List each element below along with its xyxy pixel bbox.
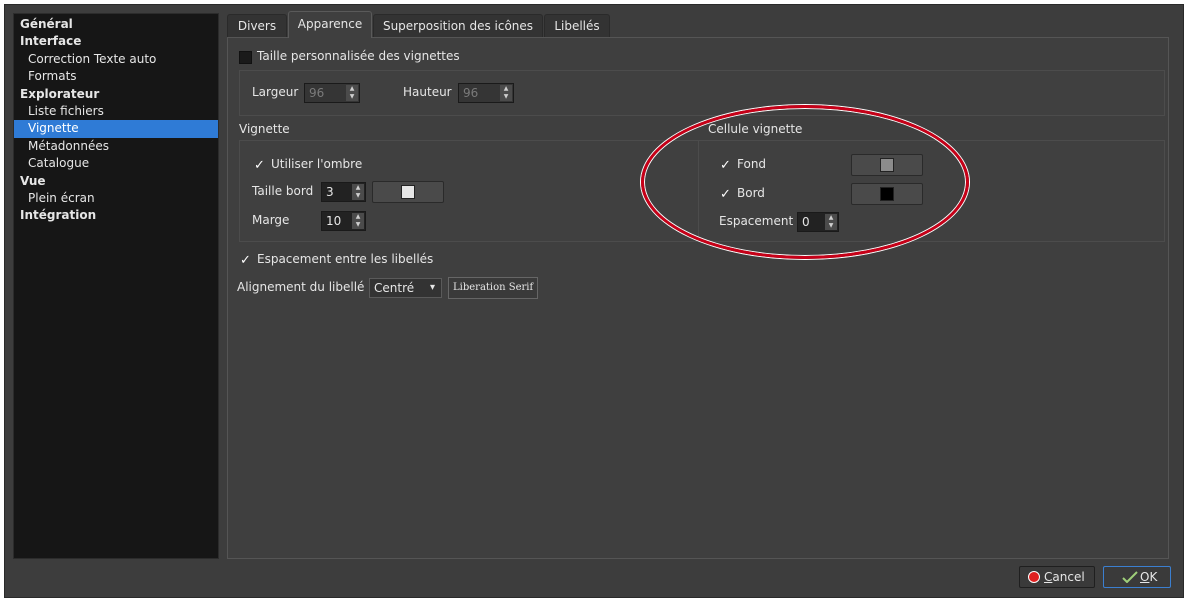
shadow-checkbox[interactable]: ✓ xyxy=(253,159,266,172)
spin-down-icon[interactable]: ▼ xyxy=(356,192,361,199)
preferences-window: Général Interface Correction Texte auto … xyxy=(4,4,1184,598)
sidebar-item-explorer[interactable]: Explorateur xyxy=(14,86,218,103)
sidebar-item-integration[interactable]: Intégration xyxy=(14,207,218,224)
cancel-icon xyxy=(1028,571,1040,583)
margin-value: 10 xyxy=(326,214,342,228)
sidebar-item-interface[interactable]: Interface xyxy=(14,33,218,50)
dropdown-arrow-icon: ▾ xyxy=(429,282,435,293)
sidebar-item-catalog[interactable]: Catalogue xyxy=(14,155,218,172)
ok-label: OK xyxy=(1140,570,1158,584)
width-spinbox[interactable]: 96 ▲ ▼ xyxy=(304,83,360,103)
check-icon: ✓ xyxy=(254,158,265,173)
margin-label: Marge xyxy=(252,213,290,227)
spin-up-icon[interactable]: ▲ xyxy=(350,85,355,92)
sidebar-item-file-list[interactable]: Liste fichiers xyxy=(14,103,218,120)
highlight-ellipse xyxy=(641,105,969,259)
border-color-button[interactable] xyxy=(372,181,444,203)
tab-labels[interactable]: Libellés xyxy=(544,14,610,38)
cancel-label: Cancel xyxy=(1044,570,1085,584)
sidebar-item-general[interactable]: Général xyxy=(14,16,218,33)
vignette-group: ✓ Utiliser l'ombre Taille bord 3 ▲ ▼ Marg… xyxy=(239,140,699,242)
appearance-panel: Taille personnalisée des vignettes Large… xyxy=(227,37,1169,559)
spin-down-icon[interactable]: ▼ xyxy=(504,93,509,100)
size-group: Largeur 96 ▲ ▼ Hauteur 96 ▲ ▼ xyxy=(239,70,1165,116)
ok-button[interactable]: OK xyxy=(1103,566,1171,588)
label-spacing-checkbox[interactable]: ✓ xyxy=(239,254,252,267)
height-spin-arrows[interactable]: ▲ ▼ xyxy=(500,85,512,101)
tab-divers[interactable]: Divers xyxy=(227,14,287,38)
margin-spinbox[interactable]: 10 ▲ ▼ xyxy=(321,211,366,231)
spin-down-icon[interactable]: ▼ xyxy=(350,93,355,100)
spin-up-icon[interactable]: ▲ xyxy=(356,184,361,191)
spin-up-icon[interactable]: ▲ xyxy=(356,213,361,220)
label-spacing-label: Espacement entre les libellés xyxy=(257,252,434,266)
border-size-spin-arrows[interactable]: ▲ ▼ xyxy=(352,184,364,200)
sidebar-item-formats[interactable]: Formats xyxy=(14,68,218,85)
sidebar-item-thumbnail[interactable]: Vignette xyxy=(14,120,218,138)
label-alignment-value: Centré xyxy=(374,281,415,295)
border-color-swatch xyxy=(401,185,415,199)
height-label: Hauteur xyxy=(403,85,452,99)
border-size-value: 3 xyxy=(326,185,334,199)
sidebar-item-metadata[interactable]: Métadonnées xyxy=(14,138,218,155)
sidebar-item-fullscreen[interactable]: Plein écran xyxy=(14,190,218,207)
cancel-button[interactable]: Cancel xyxy=(1019,566,1095,588)
custom-size-checkbox[interactable] xyxy=(239,51,252,64)
margin-spin-arrows[interactable]: ▲ ▼ xyxy=(352,213,364,229)
check-icon: ✓ xyxy=(240,253,251,268)
border-size-spinbox[interactable]: 3 ▲ ▼ xyxy=(321,182,366,202)
shadow-label: Utiliser l'ombre xyxy=(271,157,363,171)
vignette-group-title: Vignette xyxy=(239,122,290,136)
category-sidebar[interactable]: Général Interface Correction Texte auto … xyxy=(13,13,219,559)
spin-up-icon[interactable]: ▲ xyxy=(504,85,509,92)
sidebar-item-autocorrect[interactable]: Correction Texte auto xyxy=(14,51,218,68)
height-value: 96 xyxy=(463,86,479,100)
spin-down-icon[interactable]: ▼ xyxy=(356,221,361,228)
height-spinbox[interactable]: 96 ▲ ▼ xyxy=(458,83,514,103)
tab-icon-overlay[interactable]: Superposition des icônes xyxy=(373,14,543,38)
label-alignment-combo[interactable]: Centré ▾ xyxy=(369,278,442,298)
label-alignment-label: Alignement du libellé xyxy=(237,280,365,294)
width-value: 96 xyxy=(309,86,325,100)
width-label: Largeur xyxy=(252,85,299,99)
ok-icon xyxy=(1122,571,1138,583)
tab-apparence[interactable]: Apparence xyxy=(288,11,372,38)
label-font-button[interactable]: Liberation Serif xyxy=(448,277,539,299)
custom-size-label: Taille personnalisée des vignettes xyxy=(257,49,460,63)
sidebar-item-view[interactable]: Vue xyxy=(14,173,218,190)
border-size-label: Taille bord xyxy=(252,184,314,198)
width-spin-arrows[interactable]: ▲ ▼ xyxy=(346,85,358,101)
